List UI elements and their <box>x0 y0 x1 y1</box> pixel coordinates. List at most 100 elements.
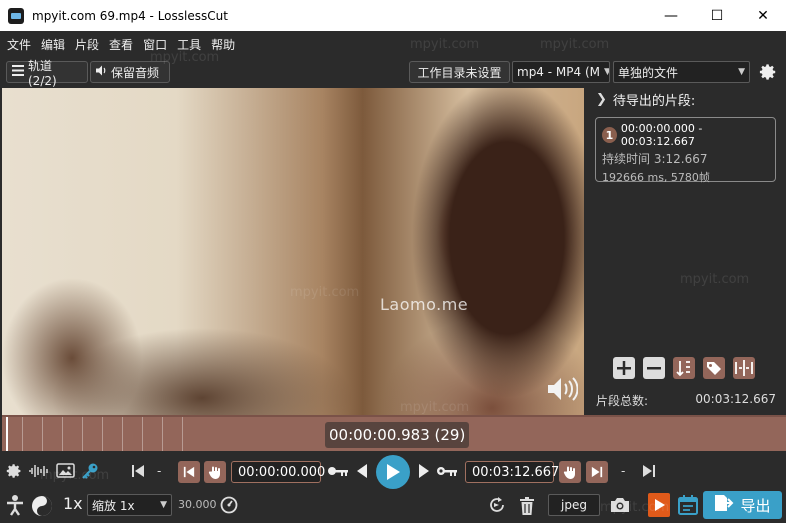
jump-end-icon[interactable] <box>641 463 657 479</box>
capture-format-select[interactable]: jpeg <box>548 494 600 516</box>
timeline-tick <box>142 417 143 451</box>
timeline-tick <box>102 417 103 451</box>
thumbnails-icon[interactable] <box>54 461 76 481</box>
capture-format-value: jpeg <box>561 498 587 512</box>
chevron-down-icon: ▼ <box>160 500 167 510</box>
segment-card[interactable]: 1 00:00:00.000 - 00:03:12.667 持续时间 3:12.… <box>595 117 776 184</box>
prev-frame-icon[interactable] <box>355 463 369 479</box>
menu-window[interactable]: 窗口 <box>138 36 172 53</box>
menu-edit[interactable]: 编辑 <box>36 36 70 53</box>
trash-icon[interactable] <box>517 495 537 517</box>
minimize-button[interactable]: — <box>648 0 694 31</box>
key-icon[interactable] <box>80 461 100 481</box>
menu-view[interactable]: 查看 <box>104 36 138 53</box>
calendar-icon[interactable] <box>677 494 699 516</box>
timeline-tick <box>22 417 23 451</box>
timeline-tick <box>82 417 83 451</box>
video-watermark: Laomo.me <box>380 295 469 314</box>
tracks-label: 轨道 (2/2) <box>28 58 57 88</box>
segment-duration: 持续时间 3:12.667 <box>602 152 708 166</box>
export-label: 导出 <box>740 496 771 515</box>
waveform-icon[interactable] <box>27 462 51 480</box>
keep-audio-button[interactable]: 保留音频 <box>90 61 170 83</box>
set-end-button[interactable] <box>559 461 581 483</box>
person-icon[interactable] <box>5 493 25 517</box>
menu-tools[interactable]: 工具 <box>172 36 206 53</box>
segment-total-label: 片段总数: <box>596 394 649 408</box>
speedometer-icon[interactable] <box>219 495 239 515</box>
timeline-tick <box>62 417 63 451</box>
jump-start-icon[interactable] <box>130 463 146 479</box>
segments-header: ❯ 待导出的片段: <box>596 90 695 109</box>
output-mode-select[interactable]: 单独的文件 ▼ <box>613 61 750 83</box>
gear-icon[interactable] <box>758 61 778 83</box>
playhead[interactable] <box>6 417 8 451</box>
video-player[interactable]: Laomo.me <box>2 88 584 415</box>
toolbar: 轨道 (2/2) 保留音频 工作目录未设置 mp4 - MP4 (M ▼ 单独的… <box>0 57 786 88</box>
workdir-label: 工作目录未设置 <box>417 65 502 80</box>
timeline-tick <box>162 417 163 451</box>
volume-icon[interactable] <box>546 375 578 403</box>
keep-audio-label: 保留音频 <box>111 65 160 80</box>
window-title: mpyit.com 69.mp4 - LosslessCut <box>32 8 228 23</box>
chevron-down-icon: ▼ <box>604 67 609 77</box>
timeline-tick <box>122 417 123 451</box>
segment-total-value: 00:03:12.667 <box>695 392 776 406</box>
camera-icon[interactable] <box>609 495 631 515</box>
jump-segment-start-button[interactable] <box>178 461 200 483</box>
play-button[interactable] <box>376 455 410 489</box>
menu-help[interactable]: 帮助 <box>206 36 240 53</box>
export-icon <box>714 494 734 516</box>
tag-icon[interactable] <box>702 356 726 380</box>
jump-segment-end-button[interactable] <box>586 461 608 483</box>
workdir-button[interactable]: 工作目录未设置 <box>409 61 510 83</box>
set-start-button[interactable] <box>204 461 226 483</box>
app-icon <box>8 7 24 24</box>
playback-speed[interactable]: 1x <box>63 494 83 513</box>
add-segment-icon[interactable] <box>612 356 636 380</box>
speaker-icon <box>96 65 108 79</box>
chevron-right-icon[interactable]: ❯ <box>596 92 607 107</box>
format-select[interactable]: mp4 - MP4 (M ▼ <box>512 61 610 83</box>
start-time-input[interactable]: 00:00:00.000 <box>231 461 325 483</box>
timeline[interactable]: 00:00:00.983 (29) <box>2 415 786 451</box>
segment-range: 00:00:00.000 - 00:03:12.667 <box>620 122 703 148</box>
next-frame-icon[interactable] <box>417 463 431 479</box>
segment-index: 1 <box>602 127 617 143</box>
media-player-icon[interactable] <box>648 493 670 517</box>
timeline-tick <box>42 417 43 451</box>
window-controls: — ☐ ✕ <box>648 0 786 31</box>
close-button[interactable]: ✕ <box>740 0 786 31</box>
zoom-select[interactable]: 缩放 1x ▼ <box>87 494 172 516</box>
split-segment-icon[interactable] <box>732 356 756 380</box>
sort-segments-icon[interactable] <box>672 356 696 380</box>
menu-segment[interactable]: 片段 <box>70 36 104 53</box>
zoom-value: 缩放 1x <box>92 498 135 513</box>
title-bar: mpyit.com 69.mp4 - LosslessCut — ☐ ✕ <box>0 0 786 31</box>
rotate-icon[interactable] <box>486 494 508 516</box>
format-value: mp4 - MP4 (M <box>517 65 600 79</box>
end-time-input[interactable]: 00:03:12.667 <box>465 461 559 483</box>
export-button[interactable]: 导出 <box>703 491 782 519</box>
timeline-tick <box>182 417 183 451</box>
output-mode-value: 单独的文件 <box>618 65 679 80</box>
current-time: 00:00:00.983 (29) <box>325 422 470 448</box>
segments-panel: ❯ 待导出的片段: 1 00:00:00.000 - 00:03:12.667 … <box>586 88 786 415</box>
list-icon <box>12 65 24 79</box>
yin-yang-icon[interactable] <box>30 494 54 518</box>
maximize-button[interactable]: ☐ <box>694 0 740 31</box>
separator-dash: - <box>157 464 162 478</box>
menu-file[interactable]: 文件 <box>2 36 36 53</box>
chevron-down-icon: ▼ <box>738 67 745 77</box>
segments-title: 待导出的片段: <box>612 94 696 109</box>
segment-details: 192666 ms, 5780帧 <box>602 171 710 184</box>
keyframe-next-icon[interactable] <box>435 463 459 479</box>
settings-icon[interactable] <box>5 462 23 480</box>
separator-dash: - <box>621 464 626 478</box>
keyframe-prev-icon[interactable] <box>327 463 349 479</box>
tracks-button[interactable]: 轨道 (2/2) <box>6 59 88 88</box>
menu-bar: 文件 编辑 片段 查看 窗口 工具 帮助 <box>0 31 786 57</box>
segment-actions <box>612 356 756 380</box>
remove-segment-icon[interactable] <box>642 356 666 380</box>
fps-value: 30.000 <box>178 498 217 511</box>
